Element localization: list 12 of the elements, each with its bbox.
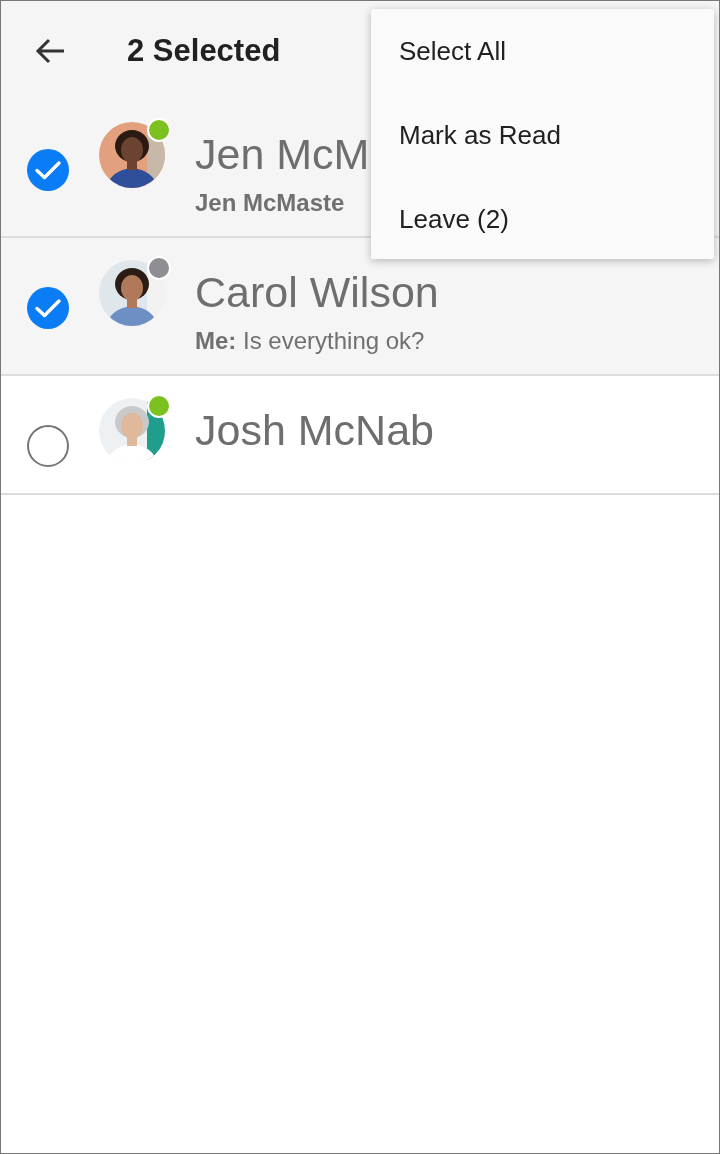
checkbox[interactable] <box>27 425 69 467</box>
message-preview: Me: Is everything ok? <box>195 326 426 356</box>
checkbox[interactable] <box>27 149 69 191</box>
message-preview: Jen McMaste <box>195 188 346 218</box>
contact-name: Carol Wilson <box>195 267 439 318</box>
back-icon[interactable] <box>35 37 65 64</box>
menu-item[interactable]: Select All <box>371 9 714 93</box>
header-title: 2 Selected <box>127 32 281 69</box>
checkbox[interactable] <box>27 287 69 329</box>
conversation-row[interactable]: Carol Wilson Me: Is everything ok? <box>1 238 719 376</box>
contact-name: Jen McM <box>195 129 370 180</box>
contact-name: Josh McNab <box>195 405 434 456</box>
